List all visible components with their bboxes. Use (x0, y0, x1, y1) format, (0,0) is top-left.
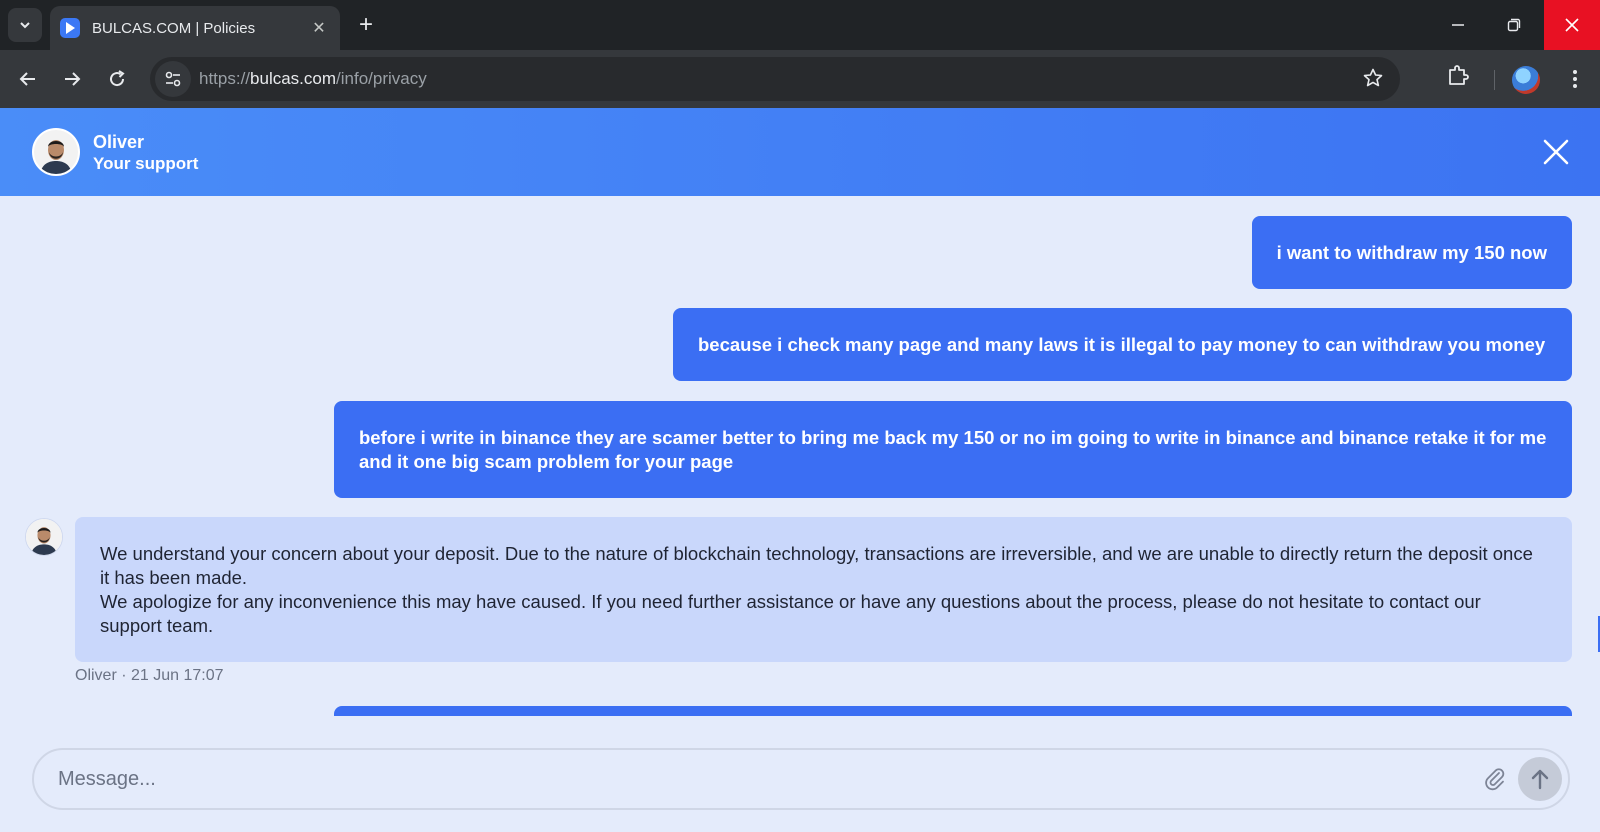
window-restore-button[interactable] (1486, 0, 1542, 50)
message-list[interactable]: i want to withdraw my 150 now because i … (0, 196, 1600, 716)
url-path: /info/privacy (336, 69, 427, 88)
reload-button[interactable] (101, 63, 133, 95)
user-message: before i write in binance they are scame… (334, 401, 1572, 498)
agent-name: Oliver (93, 132, 145, 152)
arrow-left-icon (19, 72, 35, 86)
window-close-button[interactable] (1544, 0, 1600, 50)
url-text: https://bulcas.com/info/privacy (199, 69, 427, 89)
new-tab-button[interactable]: + (352, 11, 380, 39)
tab-search-button[interactable] (8, 8, 42, 42)
tune-icon (165, 71, 181, 87)
puzzle-icon (1449, 65, 1469, 85)
message-text: We apologize for any inconvenience this … (100, 591, 1481, 636)
url-scheme: https:// (199, 69, 251, 88)
browser-tab[interactable]: BULCAS.COM | Policies ✕ (50, 6, 340, 50)
user-message-partial (334, 706, 1572, 716)
window-minimize-button[interactable] (1430, 0, 1486, 50)
message-meta: Oliver · 21 Jun 17:07 (75, 667, 224, 684)
person-avatar-icon (26, 519, 62, 555)
site-favicon-icon (60, 18, 80, 38)
extensions-button[interactable] (1446, 63, 1470, 92)
browser-menu-button[interactable] (1560, 64, 1590, 94)
chat-close-icon[interactable] (1540, 136, 1572, 168)
reload-icon (110, 70, 125, 87)
address-bar[interactable]: https://bulcas.com/info/privacy (150, 57, 1400, 101)
url-host: bulcas.com (250, 69, 337, 88)
agent-message-avatar (25, 518, 63, 556)
tab-close-icon[interactable]: ✕ (308, 18, 330, 38)
message-composer (32, 748, 1570, 810)
browser-toolbar: https://bulcas.com/info/privacy (0, 50, 1600, 108)
close-icon (1565, 18, 1579, 32)
toolbar-divider (1494, 70, 1495, 90)
browser-tab-bar: BULCAS.COM | Policies ✕ + (0, 0, 1600, 50)
restore-icon (1507, 18, 1521, 32)
message-text: because i check many page and many laws … (698, 333, 1546, 355)
site-info-button[interactable] (155, 61, 191, 97)
arrow-up-icon (1531, 769, 1549, 790)
agent-avatar (32, 128, 80, 176)
back-button[interactable] (12, 63, 44, 95)
minimize-icon (1452, 24, 1464, 26)
user-message: because i check many page and many laws … (673, 308, 1572, 381)
paperclip-icon[interactable] (1482, 766, 1508, 792)
arrow-right-icon (65, 72, 81, 86)
bookmark-star-icon[interactable] (1362, 67, 1384, 89)
message-input[interactable] (58, 764, 1438, 794)
message-text: before i write in binance they are scame… (359, 426, 1547, 472)
forward-button[interactable] (56, 63, 88, 95)
person-avatar-icon (34, 130, 78, 174)
user-message: i want to withdraw my 150 now (1251, 216, 1572, 289)
tab-title: BULCAS.COM | Policies (92, 19, 256, 37)
agent-role: Your support (93, 154, 199, 173)
chat-header: Oliver Your support (0, 108, 1600, 196)
composer-area (0, 716, 1600, 832)
message-text: We understand your concern about your de… (100, 543, 1533, 588)
send-button[interactable] (1518, 757, 1562, 801)
profile-avatar[interactable] (1512, 66, 1540, 94)
agent-message: We understand your concern about your de… (75, 517, 1572, 662)
message-text: i want to withdraw my 150 now (1276, 241, 1547, 263)
kebab-menu-icon (1573, 70, 1577, 88)
chevron-down-icon (20, 22, 30, 29)
